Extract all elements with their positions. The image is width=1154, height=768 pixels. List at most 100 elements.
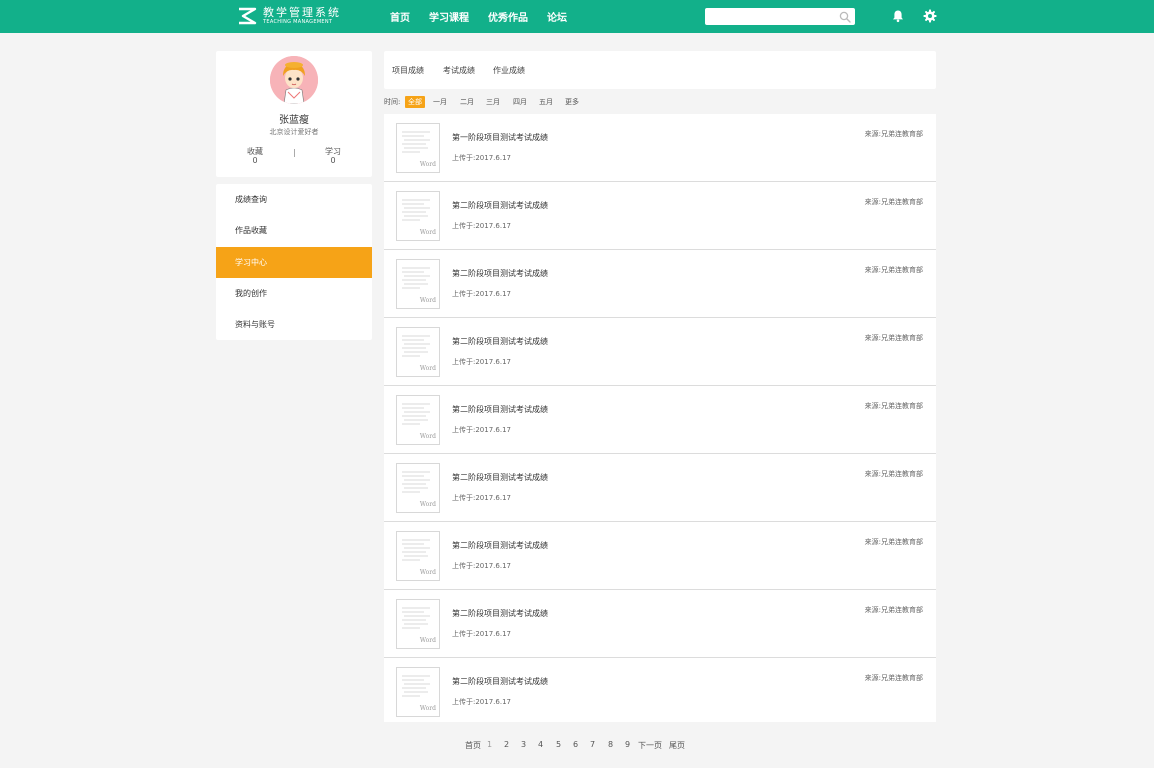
doc-type-label: Word [419, 705, 436, 712]
item-source: 来源:兄弟连教育部 [864, 130, 923, 138]
page-first[interactable]: 首页 [465, 740, 481, 751]
page-2[interactable]: 2 [504, 740, 509, 749]
item-title: 第一阶段项目测试考试成绩 [452, 133, 548, 142]
top-header: 教学管理系统 TEACHING MANAGEMENT 首页 学习课程 优秀作品 … [0, 0, 1154, 33]
list-item[interactable]: Word 第一阶段项目测试考试成绩 上传于:2017.6.17 来源:兄弟连教育… [384, 114, 936, 182]
brand-name: 教学管理系统 [263, 6, 341, 19]
list-item[interactable]: Word 第二阶段项目测试考试成绩 上传于:2017.6.17 来源:兄弟连教育… [384, 658, 936, 722]
word-doc-thumbnail: Word [396, 191, 440, 241]
item-date: 上传于:2017.6.17 [452, 222, 511, 230]
item-source: 来源:兄弟连教育部 [864, 674, 923, 682]
page-1[interactable]: 1 [487, 740, 492, 749]
stat-learning[interactable]: 学习 0 [313, 147, 353, 165]
item-date: 上传于:2017.6.17 [452, 154, 511, 162]
page-3[interactable]: 3 [521, 740, 526, 749]
list-item[interactable]: Word 第二阶段项目测试考试成绩 上传于:2017.6.17 来源:兄弟连教育… [384, 182, 936, 250]
doc-lines-icon [402, 539, 430, 561]
doc-type-label: Word [419, 229, 436, 236]
sidebar-item-account[interactable]: 资料与账号 [216, 309, 372, 340]
page-9[interactable]: 9 [625, 740, 630, 749]
doc-type-label: Word [419, 637, 436, 644]
item-source: 来源:兄弟连教育部 [864, 198, 923, 206]
page-last[interactable]: 尾页 [669, 740, 685, 751]
logo[interactable]: 教学管理系统 TEACHING MANAGEMENT [237, 7, 341, 25]
filter-all[interactable]: 全部 [405, 96, 425, 108]
list-item[interactable]: Word 第二阶段项目测试考试成绩 上传于:2017.6.17 来源:兄弟连教育… [384, 386, 936, 454]
list-item[interactable]: Word 第二阶段项目测试考试成绩 上传于:2017.6.17 来源:兄弟连教育… [384, 590, 936, 658]
word-doc-thumbnail: Word [396, 599, 440, 649]
filter-mar[interactable]: 三月 [486, 96, 500, 108]
profile-subtitle: 北京设计爱好者 [269, 128, 319, 136]
stat-favorites[interactable]: 收藏 0 [235, 147, 275, 165]
doc-type-label: Word [419, 433, 436, 440]
item-title: 第二阶段项目测试考试成绩 [452, 473, 548, 482]
doc-type-label: Word [419, 365, 436, 372]
tab-homework-grades[interactable]: 作业成绩 [493, 65, 525, 76]
sidebar-item-learning-center[interactable]: 学习中心 [216, 247, 372, 278]
list-item[interactable]: Word 第二阶段项目测试考试成绩 上传于:2017.6.17 来源:兄弟连教育… [384, 318, 936, 386]
filter-jan[interactable]: 一月 [433, 96, 447, 108]
word-doc-thumbnail: Word [396, 395, 440, 445]
logo-text: 教学管理系统 TEACHING MANAGEMENT [263, 7, 341, 25]
tab-project-grades[interactable]: 项目成绩 [392, 65, 424, 76]
item-date: 上传于:2017.6.17 [452, 358, 511, 366]
doc-lines-icon [402, 403, 430, 425]
stat-value: 0 [330, 156, 336, 165]
filter-apr[interactable]: 四月 [513, 96, 527, 108]
stat-label: 学习 [325, 147, 341, 156]
item-title: 第二阶段项目测试考试成绩 [452, 269, 548, 278]
word-doc-thumbnail: Word [396, 259, 440, 309]
item-title: 第二阶段项目测试考试成绩 [452, 405, 548, 414]
stat-label: 收藏 [247, 147, 263, 156]
tab-exam-grades[interactable]: 考试成绩 [443, 65, 475, 76]
nav-courses[interactable]: 学习课程 [429, 9, 469, 24]
doc-type-label: Word [419, 501, 436, 508]
item-source: 来源:兄弟连教育部 [864, 402, 923, 410]
avatar[interactable] [270, 56, 318, 104]
stat-value: 0 [252, 156, 258, 165]
profile-name: 张蓝瘦 [279, 115, 309, 126]
item-title: 第二阶段项目测试考试成绩 [452, 337, 548, 346]
list-item[interactable]: Word 第二阶段项目测试考试成绩 上传于:2017.6.17 来源:兄弟连教育… [384, 522, 936, 590]
page-7[interactable]: 7 [590, 740, 595, 749]
doc-type-label: Word [419, 297, 436, 304]
sidebar-item-favorites[interactable]: 作品收藏 [216, 215, 372, 246]
page-8[interactable]: 8 [608, 740, 613, 749]
item-title: 第二阶段项目测试考试成绩 [452, 609, 548, 618]
sidebar-item-my-works[interactable]: 我的创作 [216, 278, 372, 309]
list-item[interactable]: Word 第二阶段项目测试考试成绩 上传于:2017.6.17 来源:兄弟连教育… [384, 250, 936, 318]
list-item[interactable]: Word 第二阶段项目测试考试成绩 上传于:2017.6.17 来源:兄弟连教育… [384, 454, 936, 522]
filter-feb[interactable]: 二月 [460, 96, 474, 108]
item-date: 上传于:2017.6.17 [452, 698, 511, 706]
doc-lines-icon [402, 199, 430, 221]
profile-card: 张蓝瘦 北京设计爱好者 收藏 0 学习 0 [216, 51, 372, 177]
page-6[interactable]: 6 [573, 740, 578, 749]
filter-may[interactable]: 五月 [539, 96, 553, 108]
page-next[interactable]: 下一页 [638, 740, 662, 751]
doc-lines-icon [402, 607, 430, 629]
item-source: 来源:兄弟连教育部 [864, 538, 923, 546]
gear-icon[interactable] [923, 9, 937, 23]
nav-forum[interactable]: 论坛 [547, 9, 567, 24]
page-4[interactable]: 4 [538, 740, 543, 749]
sidebar-item-grades[interactable]: 成绩查询 [216, 184, 372, 215]
item-title: 第二阶段项目测试考试成绩 [452, 677, 548, 686]
item-source: 来源:兄弟连教育部 [864, 266, 923, 274]
grade-list: Word 第一阶段项目测试考试成绩 上传于:2017.6.17 来源:兄弟连教育… [384, 114, 936, 722]
item-source: 来源:兄弟连教育部 [864, 470, 923, 478]
nav-home[interactable]: 首页 [390, 9, 410, 24]
nav-works[interactable]: 优秀作品 [488, 9, 528, 24]
search-box [705, 8, 855, 25]
bell-icon[interactable] [891, 9, 905, 23]
search-icon[interactable] [839, 11, 851, 23]
item-source: 来源:兄弟连教育部 [864, 606, 923, 614]
avatar-illustration [270, 56, 318, 104]
filter-more[interactable]: 更多 [565, 96, 579, 108]
doc-type-label: Word [419, 569, 436, 576]
search-input[interactable] [705, 8, 835, 25]
page-5[interactable]: 5 [556, 740, 561, 749]
word-doc-thumbnail: Word [396, 327, 440, 377]
item-date: 上传于:2017.6.17 [452, 426, 511, 434]
item-date: 上传于:2017.6.17 [452, 630, 511, 638]
doc-lines-icon [402, 471, 430, 493]
